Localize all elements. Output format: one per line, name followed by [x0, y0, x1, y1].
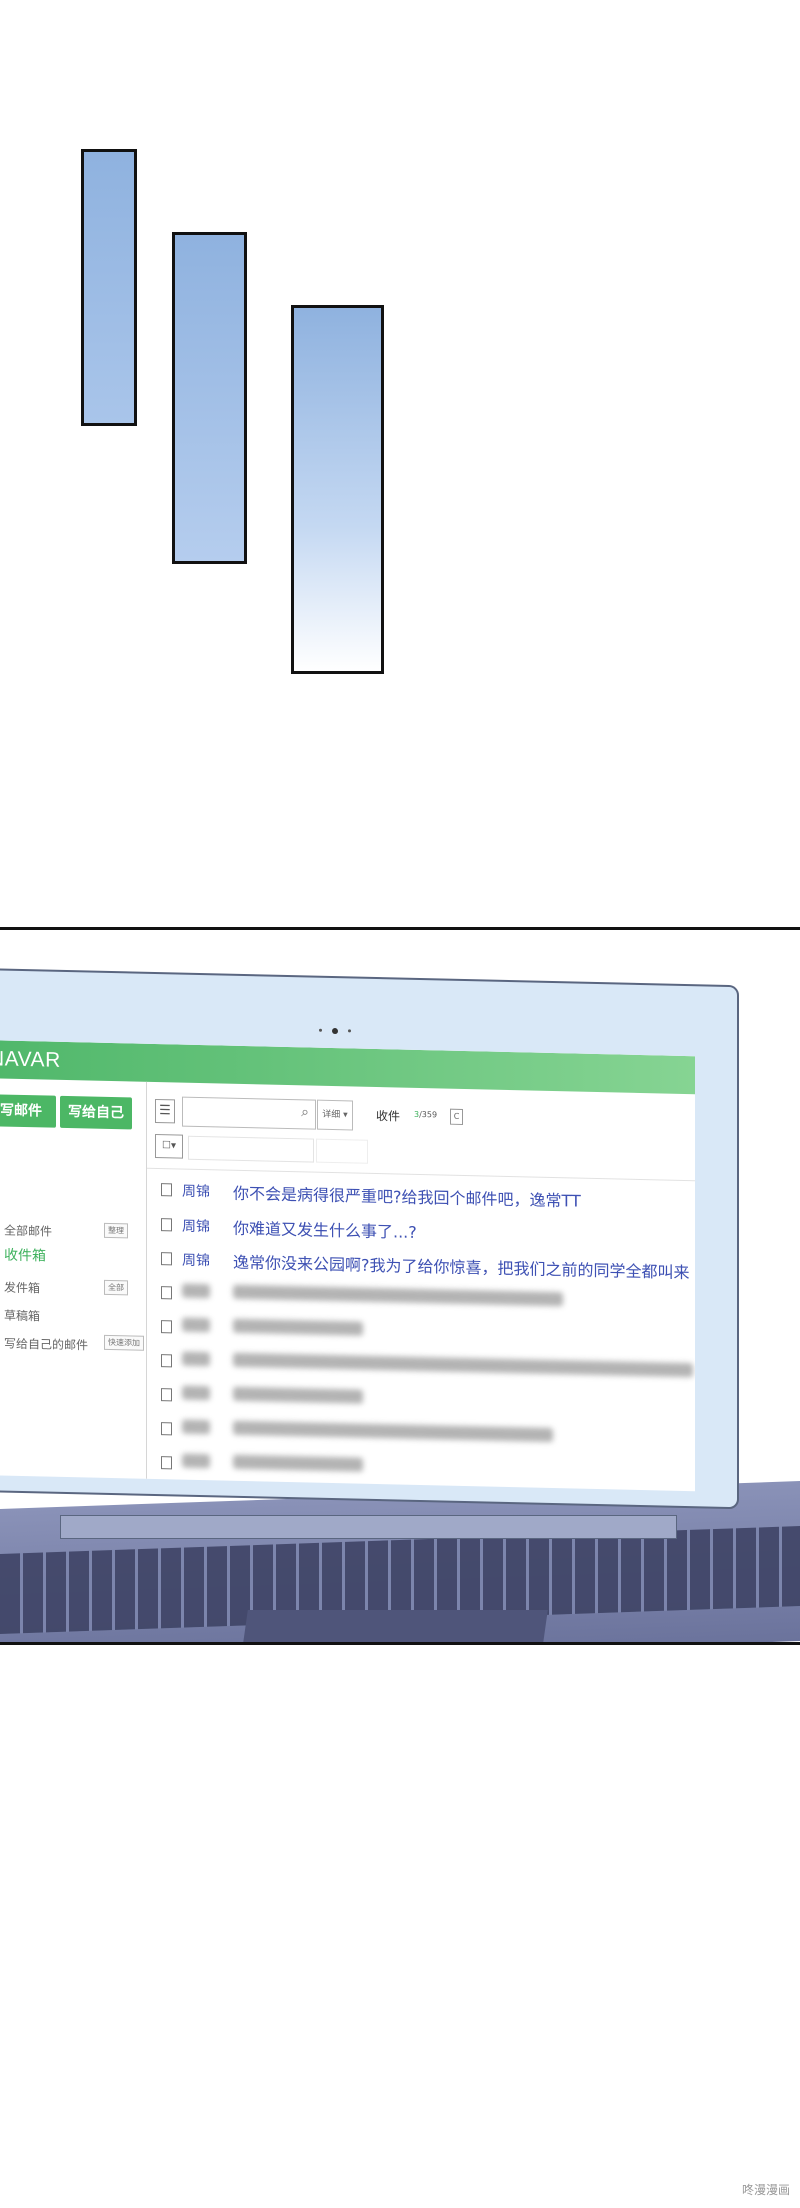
sidebar-tag-all[interactable]: 全部 [104, 1279, 128, 1296]
watermark: 咚漫漫画 [741, 2183, 790, 2197]
email-sender: 周锦 [182, 1252, 210, 1270]
decorative-panel-3 [291, 305, 384, 674]
laptop-lid: NAVAR 写邮件 写给自己 ✉全部邮件 整理 ◉收件箱 ➤发件箱 全部 ▰草稿… [0, 968, 739, 1510]
sidebar-item-inbox[interactable]: ◉收件箱 [0, 1244, 46, 1265]
camera-dot-left [319, 1028, 322, 1032]
write-to-self-button[interactable]: 写给自己 [60, 1095, 132, 1130]
email-subject[interactable]: 逸常你没来公园啊?我为了给你惊喜，把我们之前的同学全都叫来 [233, 1249, 690, 1283]
brand-logo: NAVAR [0, 1047, 61, 1072]
laptop-trackpad [242, 1610, 548, 1642]
sidebar-tag-quick-add[interactable]: 快速添加 [104, 1334, 144, 1351]
blurred-sender [182, 1419, 210, 1435]
write-mail-button[interactable]: 写邮件 [0, 1094, 56, 1128]
search-option-dropdown[interactable]: 详细 ▾ [317, 1099, 353, 1131]
inbox-label: 收件 [376, 1108, 401, 1124]
app-header: NAVAR [0, 1040, 695, 1095]
decorative-panel-1 [81, 149, 137, 426]
row-checkbox[interactable] [161, 1183, 172, 1197]
blurred-sender [182, 1385, 210, 1401]
sidebar-tag-organize[interactable]: 整理 [104, 1222, 128, 1239]
row-checkbox[interactable] [161, 1320, 172, 1334]
sidebar-item-sent[interactable]: ➤发件箱 [0, 1278, 40, 1296]
blurred-subject [233, 1420, 553, 1443]
email-sender: 周锦 [182, 1218, 210, 1236]
blurred-sender [182, 1351, 210, 1367]
email-sender: 周锦 [182, 1183, 210, 1201]
row-checkbox[interactable] [161, 1286, 172, 1300]
email-subject[interactable]: 你不会是病得很严重吧?给我回个邮件吧，逸常TT [233, 1180, 581, 1212]
row-checkbox[interactable] [161, 1422, 172, 1436]
row-checkbox[interactable] [161, 1252, 172, 1266]
blurred-subject [233, 1352, 693, 1378]
menu-icon[interactable]: ☰ [155, 1098, 175, 1124]
email-screen: NAVAR 写邮件 写给自己 ✉全部邮件 整理 ◉收件箱 ➤发件箱 全部 ▰草稿… [0, 1040, 695, 1492]
blurred-subject [233, 1318, 363, 1336]
laptop-hinge [60, 1515, 677, 1539]
blurred-subject [233, 1454, 363, 1472]
search-icon[interactable]: ⌕ [301, 1104, 309, 1120]
row-checkbox[interactable] [161, 1456, 172, 1470]
blurred-subject [233, 1284, 563, 1307]
sidebar-item-drafts[interactable]: ▰草稿箱 [0, 1306, 40, 1324]
blurred-sender [182, 1283, 210, 1299]
inbox-count: 3/359 [414, 1110, 437, 1120]
toolbar-action-area-2 [316, 1138, 368, 1164]
sidebar-item-self-mail[interactable]: ▮写给自己的邮件 [0, 1334, 88, 1353]
webcam [332, 1027, 338, 1035]
total-count: /359 [419, 1109, 438, 1120]
blurred-sender [182, 1453, 210, 1469]
camera-dot-right [348, 1029, 351, 1033]
email-subject[interactable]: 你难道又发生什么事了...? [233, 1215, 417, 1243]
decorative-panel-2 [172, 232, 247, 564]
sidebar-item-all-mail[interactable]: ✉全部邮件 [0, 1221, 52, 1239]
blurred-subject [233, 1386, 363, 1404]
blurred-sender [182, 1317, 210, 1333]
toolbar-action-area [188, 1135, 314, 1163]
select-all-checkbox[interactable]: ☐▾ [155, 1133, 183, 1159]
row-checkbox[interactable] [161, 1388, 172, 1402]
refresh-icon[interactable]: C [450, 1108, 463, 1125]
search-input[interactable]: ⌕ [182, 1096, 316, 1130]
row-checkbox[interactable] [161, 1218, 172, 1232]
laptop-panel: NAVAR 写邮件 写给自己 ✉全部邮件 整理 ◉收件箱 ➤发件箱 全部 ▰草稿… [0, 927, 800, 1645]
row-checkbox[interactable] [161, 1354, 172, 1368]
